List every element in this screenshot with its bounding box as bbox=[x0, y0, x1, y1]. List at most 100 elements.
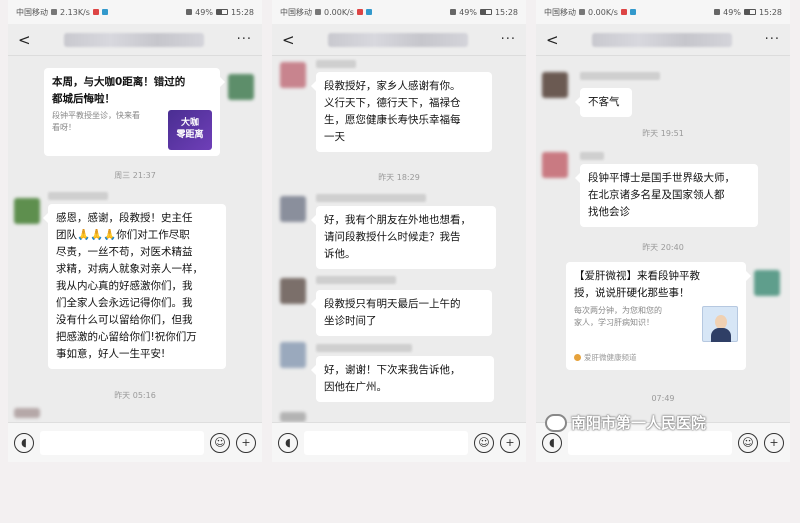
watermark-text: 南阳市第一人民医院 bbox=[571, 414, 707, 432]
text-message[interactable]: 段教授只有明天最后一上午的 坐诊时间了 bbox=[311, 290, 492, 336]
avatar[interactable] bbox=[542, 152, 568, 178]
message-input[interactable] bbox=[304, 430, 468, 455]
signal-icon bbox=[579, 9, 585, 15]
card-title-line: 授，说说肝硬化那些事！ bbox=[574, 287, 690, 299]
carrier-label: 中国移动 bbox=[16, 7, 48, 17]
timestamp: 07:49 bbox=[651, 394, 675, 403]
text-message[interactable]: 好，我有个朋友在外地也想看， 请问段教授什么时候走？我告 诉他。 bbox=[311, 206, 496, 269]
carrier-label: 中国移动 bbox=[280, 7, 312, 17]
app-icon bbox=[620, 9, 627, 15]
contact-name-blurred bbox=[591, 32, 732, 47]
avatar[interactable] bbox=[280, 278, 306, 304]
text-message[interactable]: 不客气 bbox=[575, 88, 632, 117]
card-source: 爱肝微健康频道 bbox=[574, 349, 637, 366]
app-icon bbox=[101, 9, 108, 15]
avatar[interactable] bbox=[754, 270, 780, 296]
message-list: 不客气 昨天 19:51 段钟平博士是国手世界级大师， 在北京诸多名星及国家领人都… bbox=[536, 56, 790, 422]
more-button[interactable]: ··· bbox=[765, 32, 780, 47]
voice-icon[interactable]: ◖ bbox=[542, 432, 562, 453]
chat-header: < ··· bbox=[536, 24, 790, 56]
hospital-watermark: 南阳市第一人民医院 bbox=[545, 412, 706, 433]
timestamp: 昨天 18:29 bbox=[378, 173, 420, 182]
link-card-message[interactable]: 本周，与大咖0距离！错过的 都城后悔啦！ 段钟平教授坐诊，快来看 看呀！ 大咖零… bbox=[44, 68, 225, 156]
timestamp: 昨天 05:16 bbox=[114, 391, 156, 400]
net-speed: 2.13K/s bbox=[60, 7, 90, 17]
message-input[interactable] bbox=[568, 430, 732, 455]
plus-icon[interactable]: + bbox=[236, 432, 256, 453]
channel-icon bbox=[574, 354, 581, 361]
phone-screen-2: 中国移动 0.00K/s 49% 15:28 < ··· 段教授好，家乡人感谢有你。… bbox=[272, 0, 526, 462]
text-message[interactable]: 段钟平博士是国手世界级大师， 在北京诸多名星及国家领人都 找他会诊 bbox=[575, 164, 758, 227]
avatar[interactable] bbox=[280, 342, 306, 368]
avatar[interactable] bbox=[14, 408, 40, 418]
sender-name-blurred bbox=[316, 344, 412, 352]
clock: 15:28 bbox=[230, 7, 254, 17]
avatar[interactable] bbox=[280, 62, 306, 88]
phone-screen-1: 中国移动 2.13K/s 49% 15:28 < ··· 本周，与大咖0距离！错过的… bbox=[8, 0, 262, 462]
avatar[interactable] bbox=[542, 72, 568, 98]
emoji-icon[interactable]: ☺ bbox=[474, 432, 494, 453]
video-card-message[interactable]: 【爱肝微视】来看段钟平教 授，说说肝硬化那些事！ 每次两分钟，为您和您的 家人，… bbox=[566, 262, 751, 370]
battery-level: 49% bbox=[459, 7, 477, 17]
card-title-line: 本周，与大咖0距离！错过的 bbox=[52, 76, 186, 88]
contact-name-blurred bbox=[63, 32, 204, 47]
chat-header: < ··· bbox=[272, 24, 526, 56]
app-icon bbox=[629, 9, 636, 15]
back-button[interactable]: < bbox=[18, 31, 31, 49]
contact-name-blurred bbox=[327, 32, 468, 47]
avatar[interactable] bbox=[228, 74, 254, 100]
phone-screen-3: 中国移动 0.00K/s 49% 15:28 < ··· 不客气 昨天 19:51 … bbox=[536, 0, 790, 462]
message-input[interactable] bbox=[40, 430, 204, 455]
input-bar: ◖ ☺ + bbox=[272, 422, 526, 462]
net-speed: 0.00K/s bbox=[588, 7, 618, 17]
battery-level: 49% bbox=[195, 7, 213, 17]
input-bar: ◖ ☺ + bbox=[8, 422, 262, 462]
carrier-label: 中国移动 bbox=[544, 7, 576, 17]
text-message[interactable]: 段教授好，家乡人感谢有你。 义行天下，德行天下，福禄仓 生，愿您健康长寿快乐幸福每一… bbox=[311, 72, 492, 152]
back-button[interactable]: < bbox=[282, 31, 295, 49]
signal-icon bbox=[315, 9, 321, 15]
more-button[interactable]: ··· bbox=[501, 32, 516, 47]
avatar[interactable] bbox=[280, 412, 306, 422]
plus-icon[interactable]: + bbox=[500, 432, 520, 453]
wechat-icon bbox=[545, 413, 567, 432]
card-desc-line: 段钟平教授坐诊，快来看 bbox=[52, 111, 140, 120]
app-icon bbox=[365, 9, 372, 15]
net-speed: 0.00K/s bbox=[324, 7, 354, 17]
clock: 15:28 bbox=[494, 7, 518, 17]
sender-name-blurred bbox=[316, 194, 426, 202]
doctor-thumbnail bbox=[702, 306, 738, 342]
battery-icon bbox=[215, 9, 228, 15]
more-button[interactable]: ··· bbox=[237, 32, 252, 47]
battery-icon bbox=[743, 9, 756, 15]
emoji-icon[interactable]: ☺ bbox=[210, 432, 230, 453]
timestamp: 周三 21:37 bbox=[114, 171, 156, 180]
battery-level: 49% bbox=[723, 7, 741, 17]
sender-name-blurred bbox=[316, 276, 396, 284]
text-message[interactable]: 好，谢谢！下次来我告诉他， 因他在广州。 bbox=[311, 356, 494, 402]
chat-header: < ··· bbox=[8, 24, 262, 56]
status-bar: 中国移动 0.00K/s 49% 15:28 bbox=[272, 0, 526, 24]
message-list: 本周，与大咖0距离！错过的 都城后悔啦！ 段钟平教授坐诊，快来看 看呀！ 大咖零… bbox=[8, 56, 262, 422]
status-bar: 中国移动 2.13K/s 49% 15:28 bbox=[8, 0, 262, 24]
app-icon bbox=[356, 9, 363, 15]
bluetooth-icon bbox=[714, 9, 721, 15]
clock: 15:28 bbox=[758, 7, 782, 17]
timestamp: 昨天 19:51 bbox=[642, 129, 684, 138]
voice-icon[interactable]: ◖ bbox=[14, 432, 34, 453]
event-logo: 大咖 零距离 bbox=[168, 110, 212, 150]
app-icon bbox=[92, 9, 99, 15]
plus-icon[interactable]: + bbox=[764, 432, 784, 453]
signal-icon bbox=[51, 9, 57, 15]
bluetooth-icon bbox=[186, 9, 193, 15]
emoji-icon[interactable]: ☺ bbox=[738, 432, 758, 453]
back-button[interactable]: < bbox=[546, 31, 559, 49]
message-list: 段教授好，家乡人感谢有你。 义行天下，德行天下，福禄仓 生，愿您健康长寿快乐幸福每一… bbox=[272, 56, 526, 422]
avatar[interactable] bbox=[14, 198, 40, 224]
voice-icon[interactable]: ◖ bbox=[278, 432, 298, 453]
avatar[interactable] bbox=[280, 196, 306, 222]
sender-name-blurred bbox=[580, 152, 604, 160]
status-bar: 中国移动 0.00K/s 49% 15:28 bbox=[536, 0, 790, 24]
card-title-line: 都城后悔啦！ bbox=[52, 93, 115, 105]
text-message[interactable]: 感恩，感谢，段教授！史主任 团队🙏🙏🙏你们对工作尽职 尽责，一丝不苟，对医术精益 求精… bbox=[43, 204, 226, 369]
